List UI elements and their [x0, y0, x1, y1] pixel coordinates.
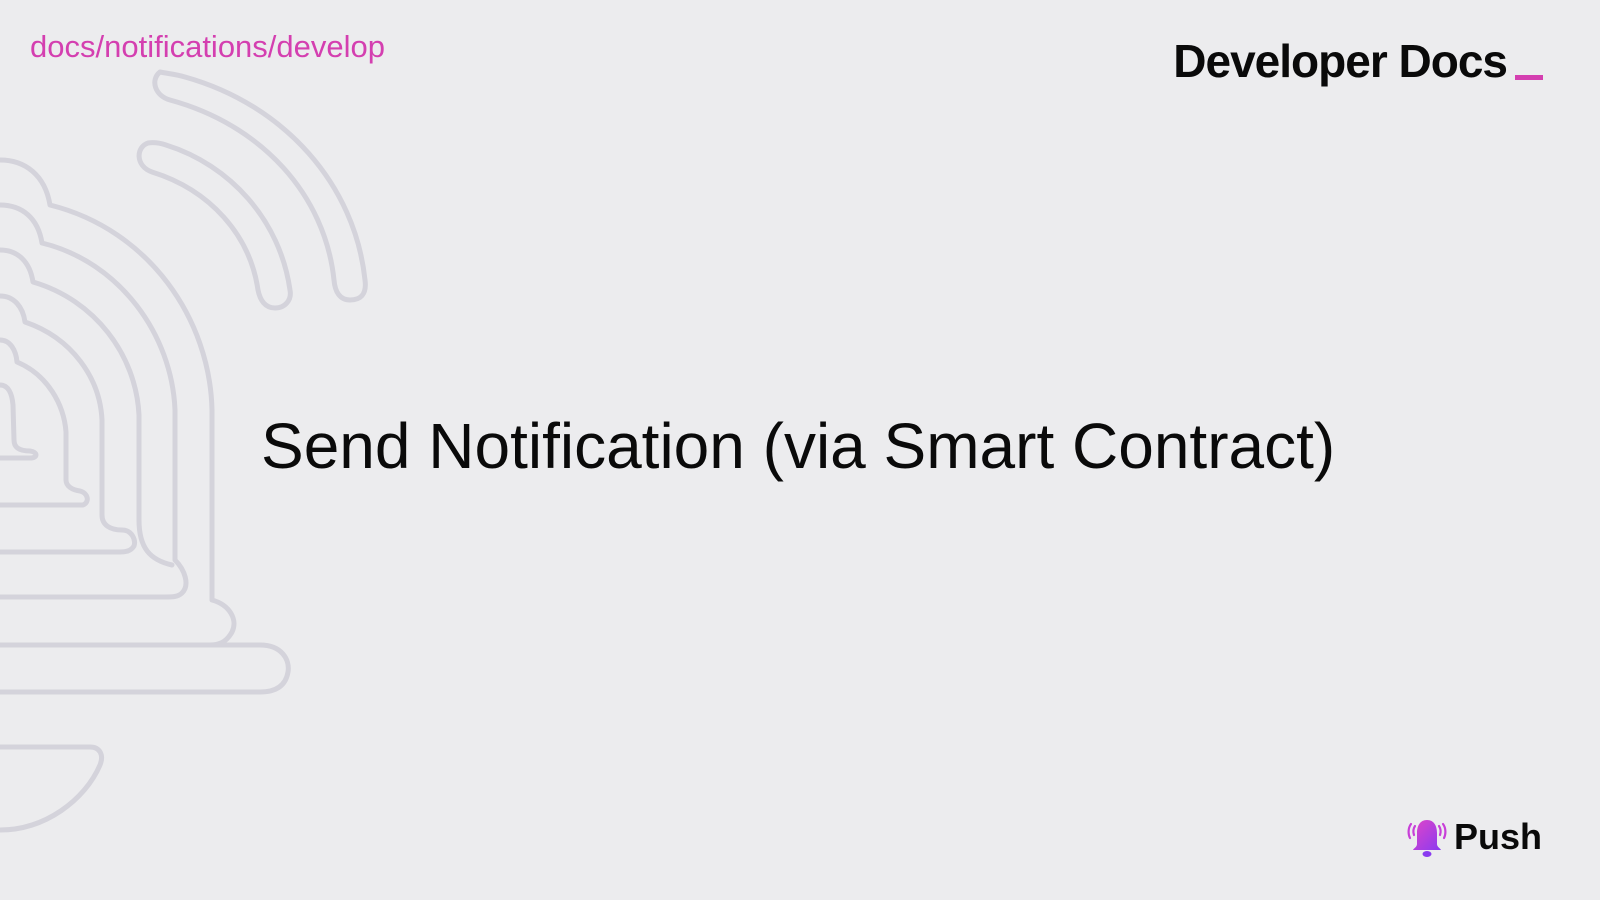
- page-title: Send Notification (via Smart Contract): [261, 410, 1336, 482]
- bell-icon: [1407, 820, 1447, 857]
- breadcrumb[interactable]: docs/notifications/develop: [30, 29, 385, 65]
- slide: docs/notifications/develop Developer Doc…: [0, 0, 1600, 900]
- brand-title: Developer Docs: [1173, 35, 1508, 87]
- logo-text: Push: [1453, 816, 1542, 857]
- cursor-underscore: [1515, 75, 1543, 80]
- brand-header: Developer Docs: [1173, 38, 1543, 84]
- push-logo: Push: [1404, 814, 1542, 860]
